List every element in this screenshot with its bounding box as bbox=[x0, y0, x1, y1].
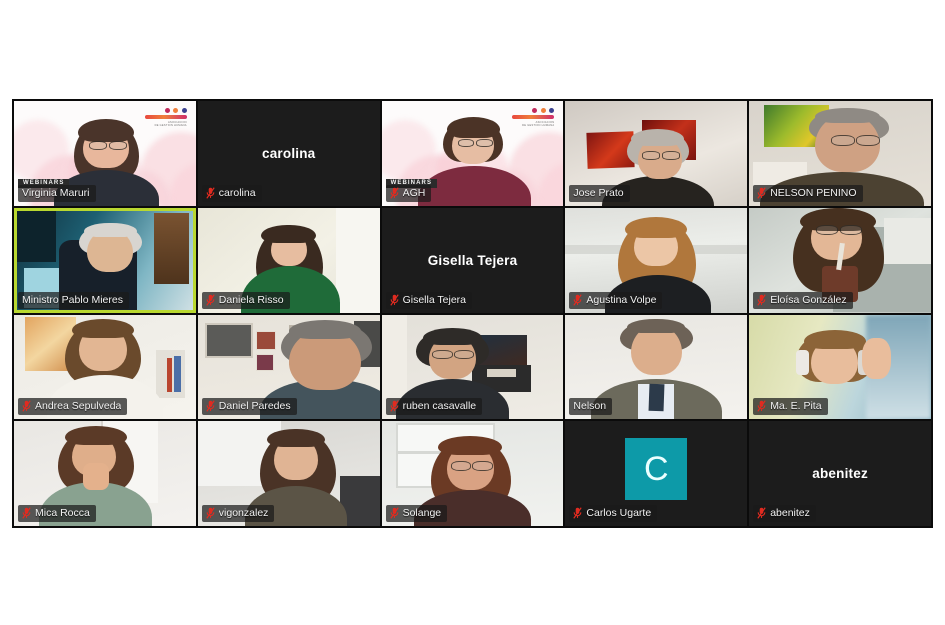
microphone-muted-icon bbox=[22, 507, 31, 519]
participant-name-label: AGH bbox=[385, 184, 432, 202]
participant-name-text: carolina bbox=[218, 186, 256, 199]
participant-name-label: NELSON PENINO bbox=[753, 184, 863, 202]
participant-name-label: Eloísa González bbox=[753, 291, 853, 309]
participant-grid: ASOCIACION DE GESTION HUMANA WEBINARS Virgi… bbox=[12, 99, 933, 528]
participant-name-label: Nelson bbox=[569, 398, 613, 416]
microphone-muted-icon bbox=[22, 400, 31, 412]
participant-tile[interactable]: carolina carolina bbox=[197, 101, 380, 206]
participant-name-label: Solange bbox=[385, 505, 448, 522]
microphone-muted-icon bbox=[389, 187, 399, 199]
participant-name-text: Daniel Paredes bbox=[218, 400, 291, 413]
meeting-gallery: ASOCIACION DE GESTION HUMANA WEBINARS Virgi… bbox=[12, 99, 933, 528]
participant-name-label: Daniela Risso bbox=[201, 291, 290, 309]
participant-name-text: Ministro Pablo Mieres bbox=[22, 293, 123, 306]
microphone-muted-icon bbox=[757, 293, 766, 306]
participant-tile[interactable]: C Carlos Ugarte bbox=[565, 421, 748, 526]
avatar: C bbox=[625, 438, 688, 501]
participant-name-label: Gisella Tejera bbox=[385, 291, 473, 309]
microphone-muted-icon bbox=[573, 293, 583, 306]
participant-name-label: Ma. E. Pita bbox=[753, 398, 828, 416]
participant-tile[interactable]: Eloísa González bbox=[749, 207, 931, 313]
agh-logo: ASOCIACION DE GESTION HUMANA bbox=[512, 108, 555, 130]
participant-name-label: abenitez bbox=[753, 505, 816, 522]
participant-name-label: ruben casavalle bbox=[385, 398, 483, 416]
participant-name-text: Virginia Maruri bbox=[22, 186, 90, 199]
participant-name-label: Virginia Maruri bbox=[18, 184, 96, 202]
participant-tile[interactable]: Agustina Volpe bbox=[565, 207, 748, 313]
participant-name-label: carolina bbox=[201, 184, 262, 202]
microphone-muted-icon bbox=[389, 400, 399, 412]
participant-name-text: ruben casavalle bbox=[402, 400, 477, 413]
participant-name-text: abenitez bbox=[770, 507, 810, 519]
microphone-muted-icon bbox=[389, 293, 399, 306]
participant-tile[interactable]: NELSON PENINO bbox=[749, 101, 931, 206]
participant-name-text: Nelson bbox=[573, 400, 607, 413]
participant-name-text: Agustina Volpe bbox=[586, 293, 657, 306]
microphone-muted-icon bbox=[757, 187, 766, 199]
participant-name-label: Daniel Paredes bbox=[201, 398, 297, 416]
participant-name-text: Jose Prato bbox=[573, 186, 624, 199]
participant-name-text: NELSON PENINO bbox=[770, 186, 857, 199]
participant-tile[interactable]: Daniel Paredes bbox=[197, 314, 380, 420]
participant-name-text: Gisella Tejera bbox=[402, 293, 467, 306]
participant-tile[interactable]: abenitez abenitez bbox=[749, 421, 931, 526]
participant-tile[interactable]: Ma. E. Pita bbox=[749, 314, 931, 420]
participant-name-text: AGH bbox=[402, 186, 426, 199]
microphone-muted-icon bbox=[206, 400, 215, 412]
participant-name-text: Daniela Risso bbox=[218, 293, 284, 306]
microphone-muted-icon bbox=[389, 507, 399, 519]
agh-logo: ASOCIACION DE GESTION HUMANA bbox=[144, 108, 187, 130]
participant-name-text: vigonzalez bbox=[218, 507, 269, 519]
participant-name-text: Carlos Ugarte bbox=[586, 507, 652, 519]
participant-tile[interactable]: ASOCIACION DE GESTION HUMANA WEBINARS Virgi… bbox=[14, 101, 196, 206]
microphone-muted-icon bbox=[757, 507, 766, 519]
participant-name-text: Eloísa González bbox=[770, 293, 847, 306]
participant-tile[interactable]: vigonzalez bbox=[197, 421, 380, 526]
participant-tile[interactable]: ruben casavalle bbox=[381, 314, 564, 420]
participant-tile[interactable]: Jose Prato bbox=[565, 101, 748, 206]
participant-name-label: Carlos Ugarte bbox=[569, 505, 658, 522]
participant-tile[interactable]: Ministro Pablo Mieres bbox=[14, 207, 196, 313]
participant-name-label: Mica Rocca bbox=[18, 505, 96, 522]
participant-tile[interactable]: Daniela Risso bbox=[197, 207, 380, 313]
participant-name-text: Ma. E. Pita bbox=[770, 400, 822, 413]
participant-name-label: Ministro Pablo Mieres bbox=[18, 291, 129, 309]
microphone-muted-icon bbox=[573, 507, 583, 519]
microphone-muted-icon bbox=[206, 187, 215, 199]
microphone-muted-icon bbox=[206, 507, 215, 519]
participant-tile[interactable]: ASOCIACION DE GESTION HUMANA WEBINARS AGH bbox=[381, 101, 564, 206]
participant-name-label: Jose Prato bbox=[569, 184, 630, 202]
participant-tile[interactable]: Andrea Sepulveda bbox=[14, 314, 196, 420]
participant-tile[interactable]: Gisella Tejera Gisella Tejera bbox=[381, 207, 564, 313]
participant-tile[interactable]: Mica Rocca bbox=[14, 421, 196, 526]
participant-name-label: vigonzalez bbox=[201, 505, 275, 522]
participant-name-text: Andrea Sepulveda bbox=[35, 400, 122, 413]
participant-name-label: Andrea Sepulveda bbox=[18, 398, 128, 416]
participant-tile[interactable]: Nelson bbox=[565, 314, 748, 420]
participant-name-label: Agustina Volpe bbox=[569, 291, 663, 309]
participant-name-text: Solange bbox=[402, 507, 442, 519]
participant-tile[interactable]: Solange bbox=[381, 421, 564, 526]
participant-name-text: Mica Rocca bbox=[35, 507, 90, 519]
microphone-muted-icon bbox=[206, 293, 215, 306]
microphone-muted-icon bbox=[757, 400, 766, 412]
